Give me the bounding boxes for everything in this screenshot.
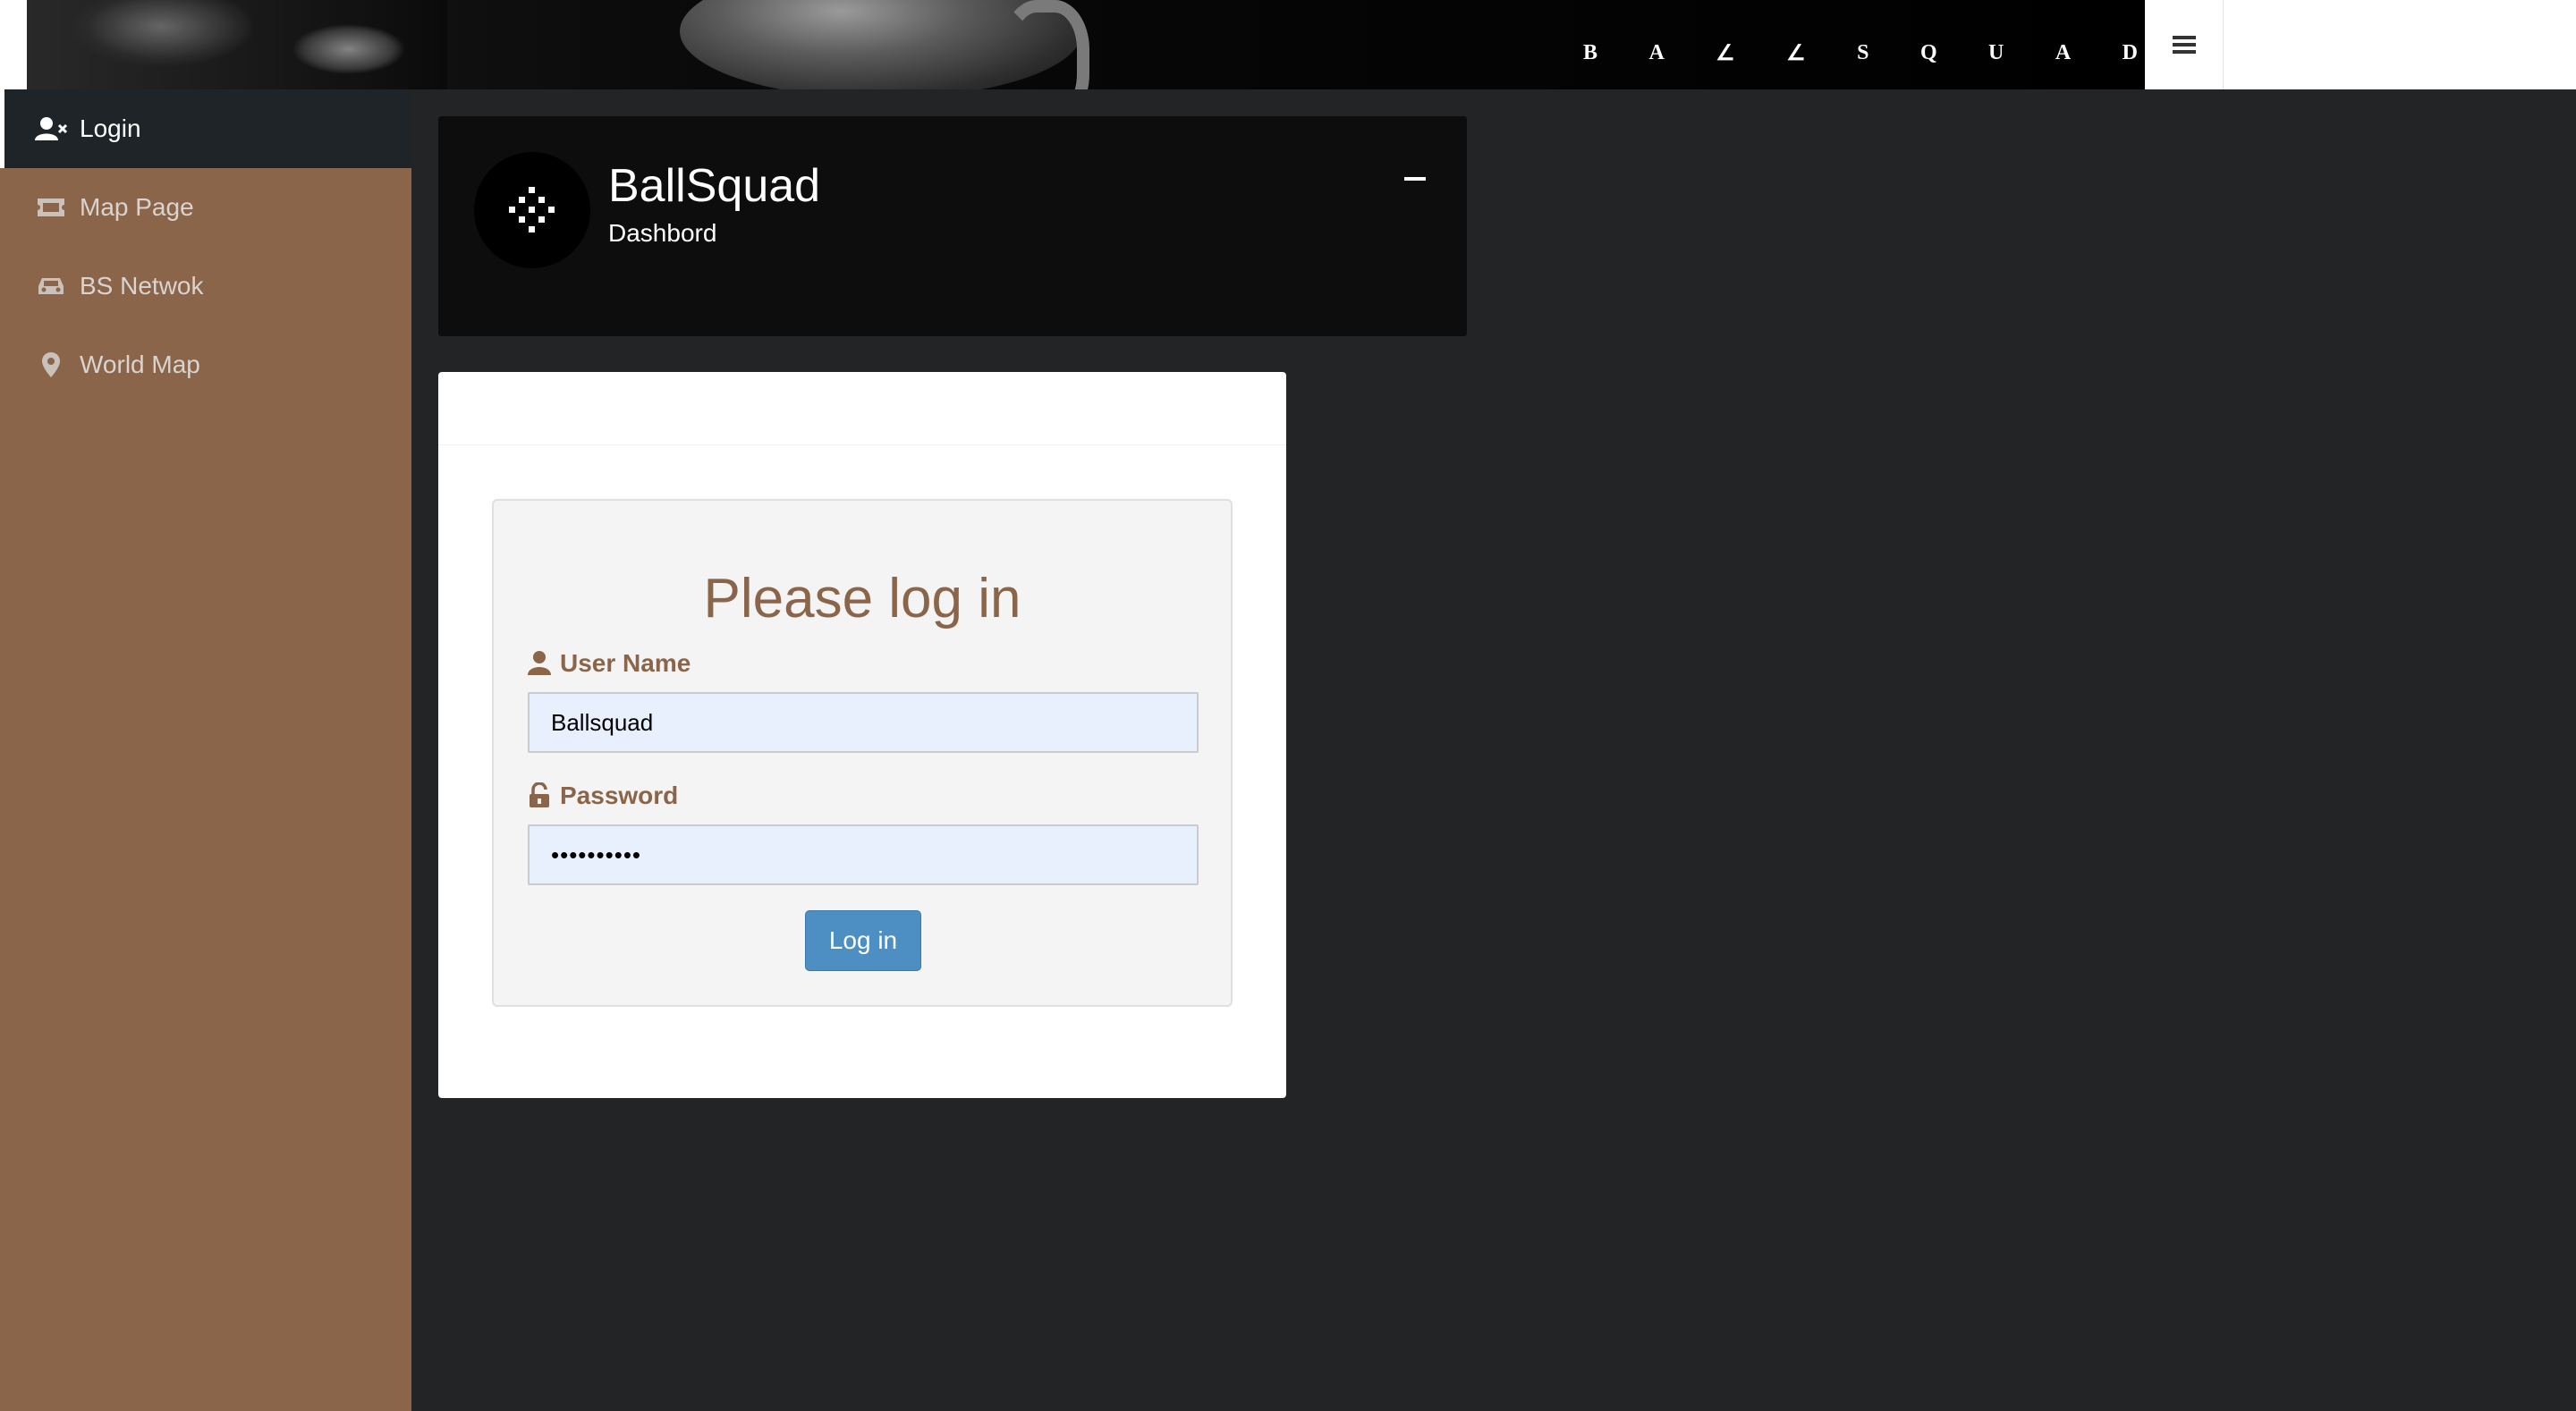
banner-photo-face [27, 0, 447, 89]
banner-image: B A ∠ ∠ S Q U A D [0, 0, 2145, 89]
login-button[interactable]: Log in [805, 910, 921, 971]
username-input[interactable] [528, 692, 1199, 753]
sidebar-item-map-page[interactable]: Map Page [0, 168, 411, 247]
sidebar-item-label: Map Page [80, 193, 194, 221]
sidebar-item-label: World Map [80, 351, 200, 378]
card-header [438, 372, 1286, 445]
login-title: Please log in [703, 568, 1021, 629]
sidebar-item-world-map[interactable]: World Map [0, 325, 411, 404]
password-label: Password [528, 782, 678, 810]
login-card: Please log in User Name Password [438, 372, 1286, 1098]
profile-subtitle: Dashbord [608, 219, 717, 247]
profile-box: BallSquad Dashbord [438, 116, 1467, 336]
unlock-icon [528, 782, 555, 809]
banner-photo-ball [680, 0, 1089, 89]
username-label: User Name [528, 649, 691, 678]
hamburger-icon[interactable] [2145, 0, 2224, 89]
sidebar: Login Map Page BS Netwok World Map [0, 89, 411, 1411]
sidebar-item-login[interactable]: Login [0, 89, 411, 168]
profile-title: BallSquad [608, 160, 821, 212]
login-form: Please log in User Name Password [492, 499, 1233, 1007]
sidebar-item-label: BS Netwok [80, 272, 204, 300]
user-x-icon [35, 115, 67, 142]
app-logo [474, 152, 590, 268]
collapse-button[interactable] [1404, 177, 1426, 181]
password-input[interactable] [528, 824, 1199, 885]
banner-wordmark: B A ∠ ∠ S Q U A D [1583, 40, 2138, 65]
ticket-icon [35, 194, 67, 221]
car-icon [35, 273, 67, 300]
user-icon [528, 650, 555, 677]
sidebar-item-bs-network[interactable]: BS Netwok [0, 247, 411, 325]
top-header: B A ∠ ∠ S Q U A D [0, 0, 2576, 89]
map-marker-icon [35, 351, 67, 378]
dots-logo-icon [509, 187, 555, 232]
sidebar-item-label: Login [80, 114, 141, 142]
